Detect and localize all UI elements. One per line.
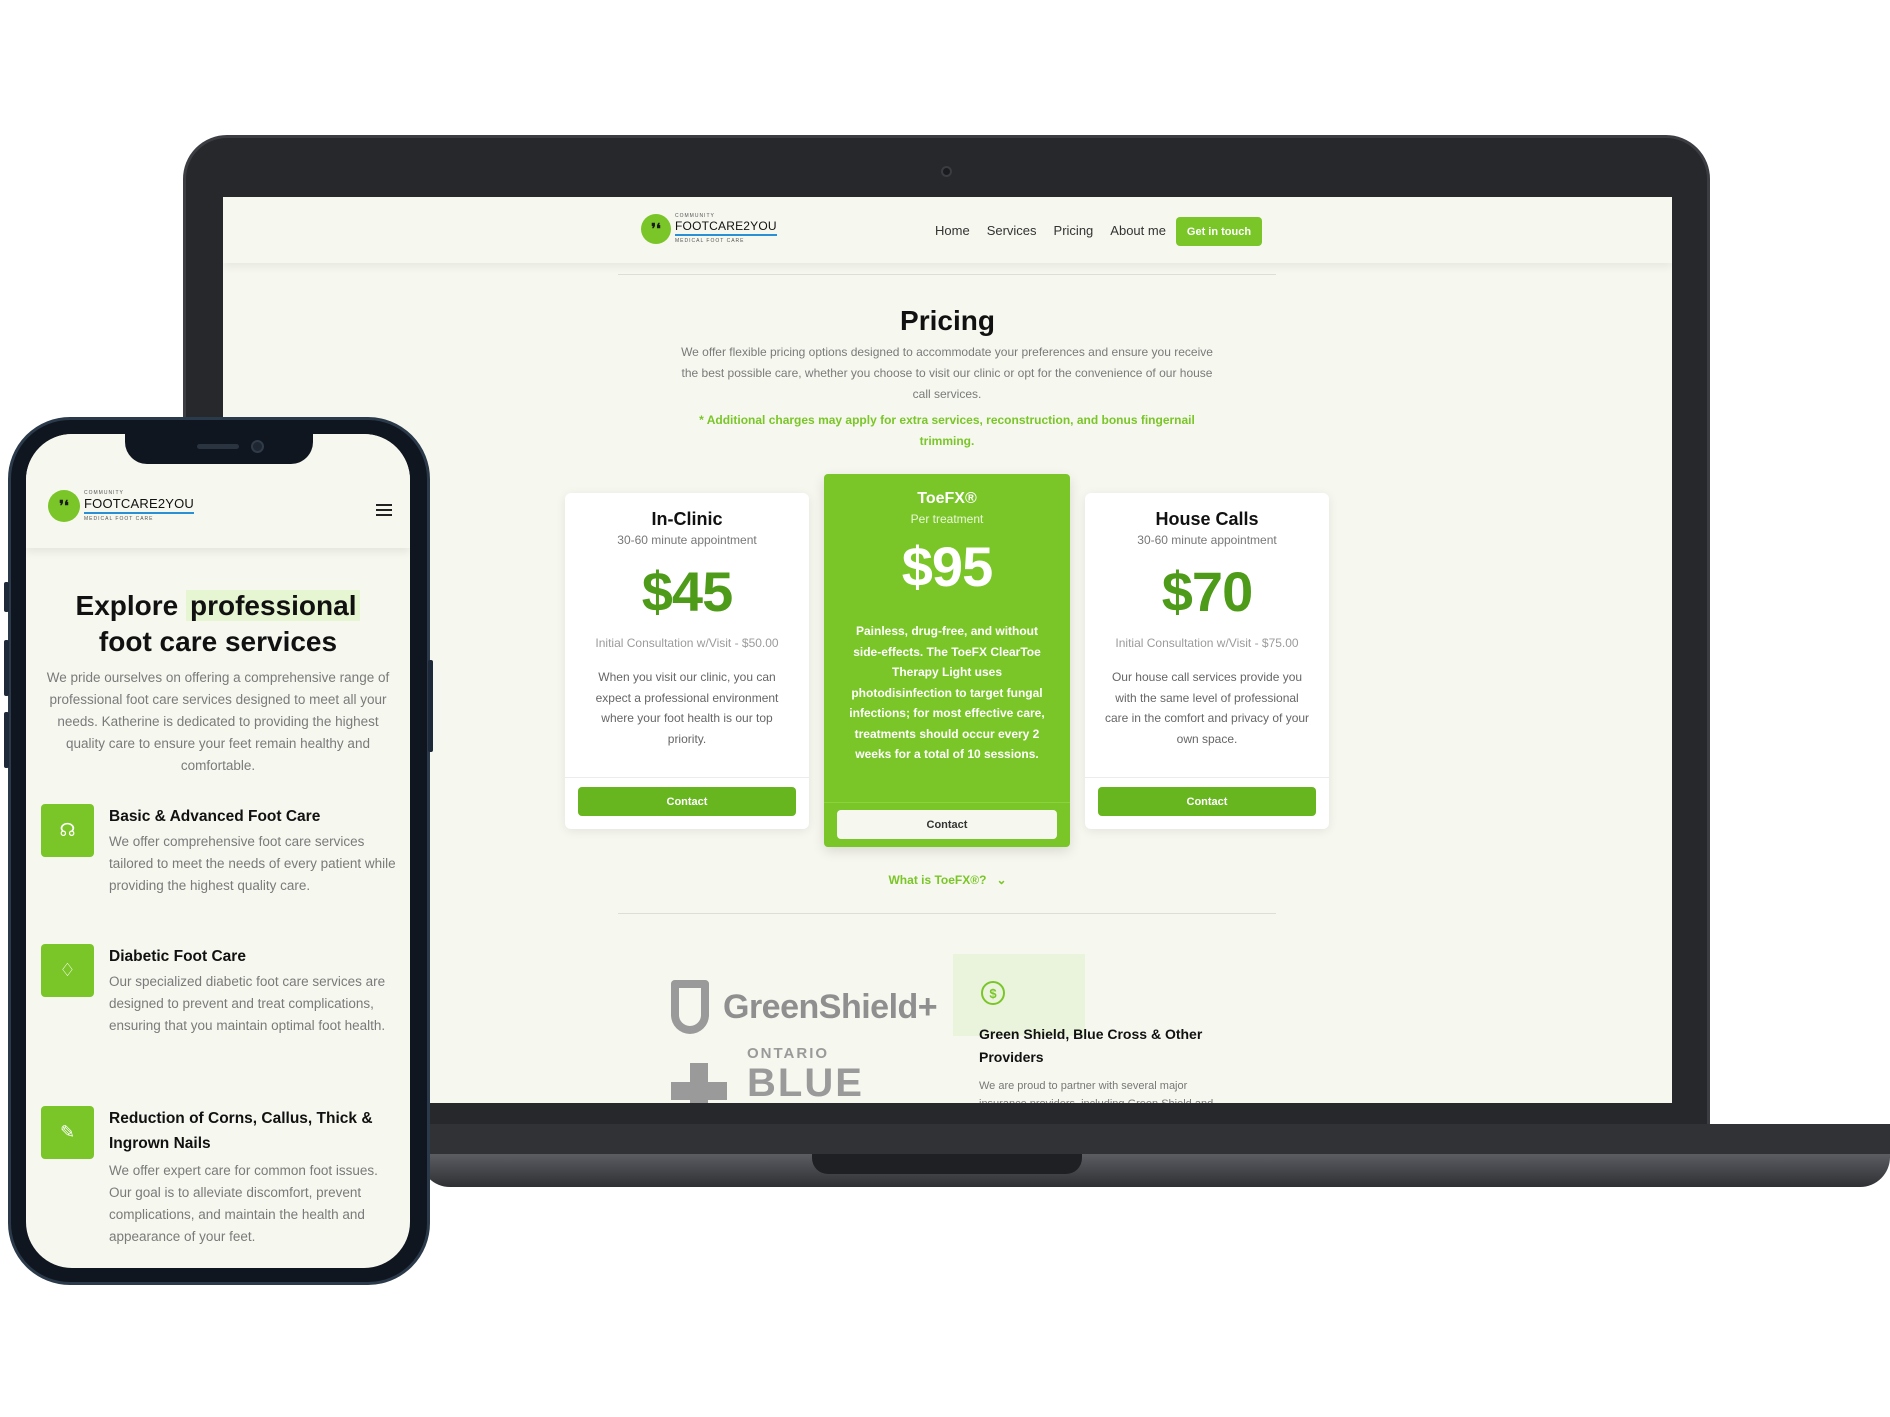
greenshield-logo-text: GreenShield+ <box>723 987 938 1026</box>
droplet-icon: ♢ <box>41 944 94 997</box>
service-description: Our specialized diabetic foot care servi… <box>109 974 386 1033</box>
service-title: Reduction of Corns, Callus, Thick & Ingr… <box>109 1110 373 1152</box>
logo-tagline-text: MEDICAL FOOT CARE <box>675 238 745 244</box>
main-nav: Home Services Pricing About me <box>935 223 1166 238</box>
toefx-link-label: What is ToeFX®? <box>888 873 987 887</box>
plan-subtitle: 30-60 minute appointment <box>617 533 757 547</box>
section-divider <box>618 913 1276 914</box>
insurance-title: Green Shield, Blue Cross & Other Provide… <box>979 1026 1203 1065</box>
plan-title: House Calls <box>1155 509 1259 529</box>
nav-pricing[interactable]: Pricing <box>1054 223 1094 238</box>
card-footer: Contact <box>824 802 1070 847</box>
nav-home[interactable]: Home <box>935 223 970 238</box>
card-footer: Contact <box>565 777 809 829</box>
contact-button[interactable]: Contact <box>1098 787 1316 816</box>
laptop-screen: ❜❛ COMMUNITY FOOTCARE2YOU MEDICAL FOOT C… <box>223 197 1672 1103</box>
site-logo[interactable]: ❜❛ COMMUNITY FOOTCARE2YOU MEDICAL FOOT C… <box>641 213 777 244</box>
plan-title: ToeFX® <box>917 490 977 507</box>
logo-name-text: FOOTCARE2YOU <box>84 496 195 514</box>
plan-description: When you visit our clinic, you can expec… <box>595 670 779 746</box>
service-description: We offer comprehensive foot care service… <box>109 834 396 893</box>
device-mockup-stage: ❜❛ COMMUNITY FOOTCARE2YOU MEDICAL FOOT C… <box>0 0 1890 1417</box>
plan-price: $95 <box>901 535 993 598</box>
logo-tagline-text: MEDICAL FOOT CARE <box>84 516 154 522</box>
pricing-title: Pricing <box>900 305 995 336</box>
section-divider <box>618 274 1276 275</box>
phone-notch <box>125 434 313 464</box>
greenshield-logo: GreenShield+ <box>671 980 938 1034</box>
bluecross-logo-big: BLUE CROSS <box>747 1061 864 1103</box>
plan-title: In-Clinic <box>651 509 723 529</box>
site-logo[interactable]: ❜❛ COMMUNITY FOOTCARE2YOU MEDICAL FOOT C… <box>48 490 195 522</box>
get-in-touch-button[interactable]: Get in touch <box>1176 217 1262 246</box>
plan-subtitle: 30-60 minute appointment <box>1137 533 1277 547</box>
service-description: We offer expert care for common foot iss… <box>109 1163 378 1244</box>
dollar-icon: $ <box>981 981 1005 1005</box>
bandage-icon: ✎ <box>41 1106 94 1159</box>
nav-services[interactable]: Services <box>987 223 1037 238</box>
service-title: Basic & Advanced Foot Care <box>109 808 321 825</box>
laptop-base <box>420 1154 1890 1187</box>
bluecross-logo-small: ONTARIO <box>747 1045 830 1062</box>
site-header: ❜❛ COMMUNITY FOOTCARE2YOU MEDICAL FOOT C… <box>223 197 1672 263</box>
plan-price: $45 <box>641 560 733 623</box>
cross-icon <box>671 1063 727 1103</box>
logo-name-text: FOOTCARE2YOU <box>675 219 777 236</box>
service-title: Diabetic Foot Care <box>109 948 246 965</box>
plan-initial-consultation: Initial Consultation w/Visit - $50.00 <box>595 636 779 650</box>
what-is-toefx-link[interactable]: What is ToeFX®? ⌄ <box>223 873 1672 887</box>
pricing-card-in-clinic: In-Clinic 30-60 minute appointment $45 I… <box>565 493 809 829</box>
laptop-trackpad-notch <box>812 1154 1082 1174</box>
plan-subtitle: Per treatment <box>910 512 984 526</box>
insurance-description: We are proud to partner with several maj… <box>979 1080 1213 1103</box>
shield-icon <box>671 980 709 1034</box>
contact-button[interactable]: Contact <box>578 787 796 816</box>
phone-front-camera <box>251 440 264 453</box>
phone-side-button <box>428 660 433 752</box>
plan-description: Our house call services provide you with… <box>1104 670 1310 746</box>
phone-side-button <box>4 640 9 696</box>
phone-side-button <box>4 582 9 612</box>
contact-button[interactable]: Contact <box>837 810 1057 839</box>
pricing-card-house-calls: House Calls 30-60 minute appointment $70… <box>1085 493 1329 829</box>
laptop-hinge <box>420 1124 1890 1158</box>
chevron-down-icon: ⌄ <box>989 873 1007 887</box>
pricing-note: * Additional charges may apply for extra… <box>699 413 1195 448</box>
hero-title-post: foot care services <box>98 626 338 657</box>
stethoscope-icon: ☊ <box>41 804 94 857</box>
card-footer: Contact <box>1085 777 1329 829</box>
feet-logo-icon: ❜❛ <box>48 490 80 522</box>
laptop-camera <box>941 166 952 177</box>
hero-intro: We pride ourselves on offering a compreh… <box>46 670 390 773</box>
plan-price: $70 <box>1161 560 1253 623</box>
pricing-intro: We offer flexible pricing options design… <box>681 345 1213 401</box>
pricing-card-toefx: ToeFX® Per treatment $95 Painless, drug-… <box>824 474 1070 847</box>
nav-about[interactable]: About me <box>1110 223 1166 238</box>
hamburger-menu-icon[interactable] <box>376 504 392 516</box>
hero-title: Explore professional foot care services <box>26 588 410 660</box>
phone-screen: ❜❛ COMMUNITY FOOTCARE2YOU MEDICAL FOOT C… <box>26 434 410 1268</box>
feet-logo-icon: ❜❛ <box>641 213 671 244</box>
plan-initial-consultation: Initial Consultation w/Visit - $75.00 <box>1115 636 1299 650</box>
plan-description: Painless, drug-free, and without side-ef… <box>849 624 1045 761</box>
phone-side-button <box>4 712 9 768</box>
phone-speaker <box>197 444 239 449</box>
hero-title-highlight: professional <box>186 590 361 621</box>
hero-title-pre: Explore <box>75 590 186 621</box>
